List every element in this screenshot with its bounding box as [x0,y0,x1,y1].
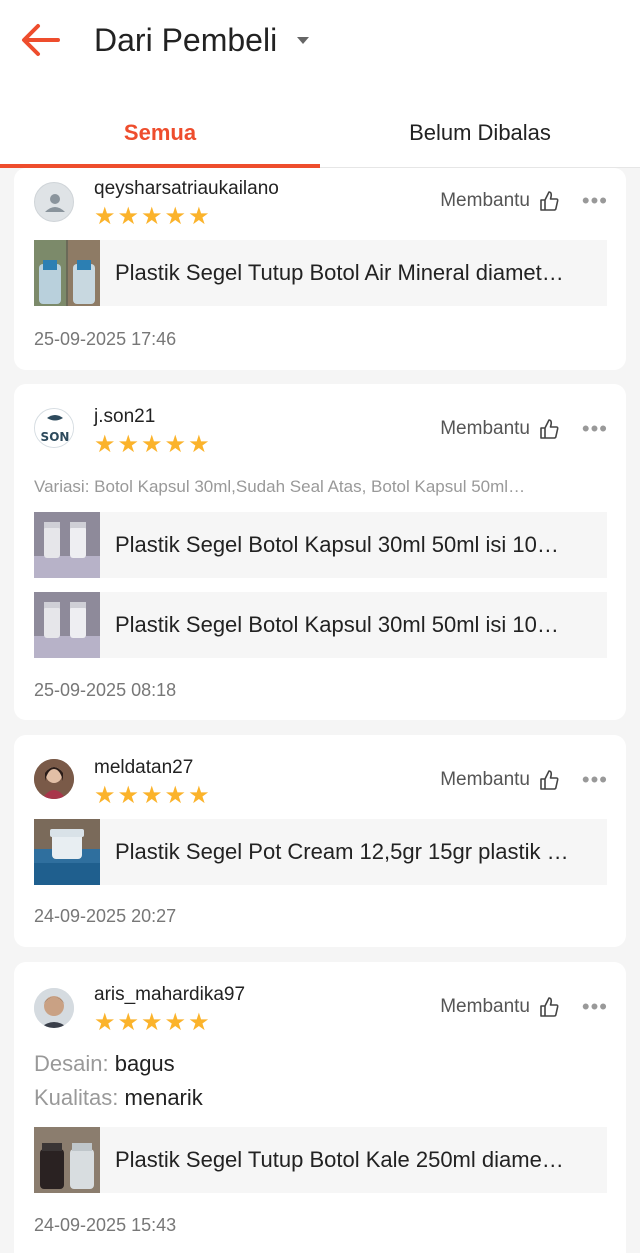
star-icon: ★ [141,203,163,230]
star-icon: ★ [188,1009,210,1036]
product-name: Plastik Segel Botol Kapsul 30ml 50ml isi… [115,612,559,637]
review-date: 25-09-2025 17:46 [34,329,177,349]
review-date: 24-09-2025 20:27 [34,906,177,926]
review-card: meldatan27 ★ ★ ★ ★ ★ Membantu ••• Plasti… [14,735,626,947]
star-icon: ★ [117,431,140,458]
star-icon: ★ [94,431,116,458]
product-name: Plastik Segel Botol Kapsul 30ml 50ml isi… [115,532,559,557]
helpful-label: Membantu [440,190,530,211]
user-avatar[interactable]: SON [34,408,74,448]
product-item[interactable]: Plastik Segel Botol Kapsul 30ml 50ml isi… [34,592,607,658]
product-thumbnail [34,1127,100,1193]
helpful-label: Membantu [440,418,530,439]
star-icon: ★ [117,203,140,230]
tab-belum-dibalas[interactable]: Belum Dibalas [320,100,640,166]
product-thumbnail [34,512,100,578]
helpful-button[interactable]: Membantu [440,769,560,791]
helpful-button[interactable]: Membantu [440,190,560,212]
helpful-button[interactable]: Membantu [440,418,560,440]
star-icon: ★ [141,431,163,458]
caret-down-icon [297,36,310,44]
user-avatar[interactable] [34,988,74,1028]
tab-bar: Semua Belum Dibalas [0,100,640,168]
product-thumbnail [34,819,100,885]
star-icon: ★ [188,203,210,230]
star-icon: ★ [164,431,187,458]
rating-stars: ★ ★ ★ ★ ★ [94,205,210,229]
star-icon: ★ [164,782,187,809]
reviewer-username[interactable]: meldatan27 [94,757,193,779]
attribute-key: Desain: [34,1051,109,1076]
star-icon: ★ [94,782,116,809]
star-icon: ★ [94,203,116,230]
reviewer-username[interactable]: j.son21 [94,406,155,428]
attribute-value: bagus [114,1051,175,1076]
product-item[interactable]: Plastik Segel Tutup Botol Kale 250ml dia… [34,1127,607,1193]
reviewer-username[interactable]: aris_mahardika97 [94,984,245,1006]
star-icon: ★ [117,782,140,809]
review-attribute-kualitas: Kualitas: menarik [34,1085,203,1111]
thumbs-up-icon [540,770,559,790]
star-icon: ★ [117,1009,140,1036]
product-variation: Variasi: Botol Kapsul 30ml,Sudah Seal At… [34,477,526,496]
thumbs-up-icon [540,419,559,439]
more-options-icon[interactable]: ••• [582,994,608,1020]
product-item[interactable]: Plastik Segel Pot Cream 12,5gr 15gr plas… [34,819,607,885]
helpful-label: Membantu [440,769,530,790]
back-arrow-icon[interactable] [18,20,64,60]
product-name: Plastik Segel Tutup Botol Air Mineral di… [115,260,564,285]
thumbs-up-icon [540,191,559,211]
default-avatar[interactable] [34,182,74,222]
star-icon: ★ [141,1009,163,1036]
more-options-icon[interactable]: ••• [582,188,608,214]
review-card: qeysharsatriaukailano ★ ★ ★ ★ ★ Membantu… [14,168,626,370]
product-thumbnail [34,240,100,306]
svg-text:SON: SON [41,430,70,444]
more-options-icon[interactable]: ••• [582,416,608,442]
star-icon: ★ [141,782,163,809]
product-name: Plastik Segel Tutup Botol Kale 250ml dia… [115,1147,564,1172]
star-icon: ★ [188,431,210,458]
attribute-value: menarik [124,1085,203,1110]
review-date: 24-09-2025 15:43 [34,1215,177,1235]
star-icon: ★ [94,1009,116,1036]
review-date: 25-09-2025 08:18 [34,680,177,700]
star-icon: ★ [164,203,187,230]
helpful-label: Membantu [440,996,530,1017]
star-icon: ★ [164,1009,187,1036]
attribute-key: Kualitas: [34,1085,119,1110]
more-options-icon[interactable]: ••• [582,767,608,793]
rating-stars: ★ ★ ★ ★ ★ [94,1011,210,1035]
star-icon: ★ [188,782,210,809]
title-dropdown[interactable]: Dari Pembeli [94,18,310,62]
helpful-button[interactable]: Membantu [440,996,560,1018]
rating-stars: ★ ★ ★ ★ ★ [94,433,210,457]
user-avatar[interactable] [34,759,74,799]
review-card: aris_mahardika97 ★ ★ ★ ★ ★ Membantu ••• … [14,962,626,1253]
review-attribute-desain: Desain: bagus [34,1051,175,1077]
thumbs-up-icon [540,997,559,1017]
product-item[interactable]: Plastik Segel Tutup Botol Air Mineral di… [34,240,607,306]
top-bar: Dari Pembeli Semua Belum Dibalas [0,0,640,168]
page-title: Dari Pembeli [94,21,278,58]
rating-stars: ★ ★ ★ ★ ★ [94,784,210,808]
reviewer-username[interactable]: qeysharsatriaukailano [94,178,279,200]
product-name: Plastik Segel Pot Cream 12,5gr 15gr plas… [115,839,569,864]
tab-semua[interactable]: Semua [0,100,320,166]
review-card: SON j.son21 ★ ★ ★ ★ ★ Membantu ••• Varia… [14,384,626,720]
product-thumbnail [34,592,100,658]
product-item[interactable]: Plastik Segel Botol Kapsul 30ml 50ml isi… [34,512,607,578]
